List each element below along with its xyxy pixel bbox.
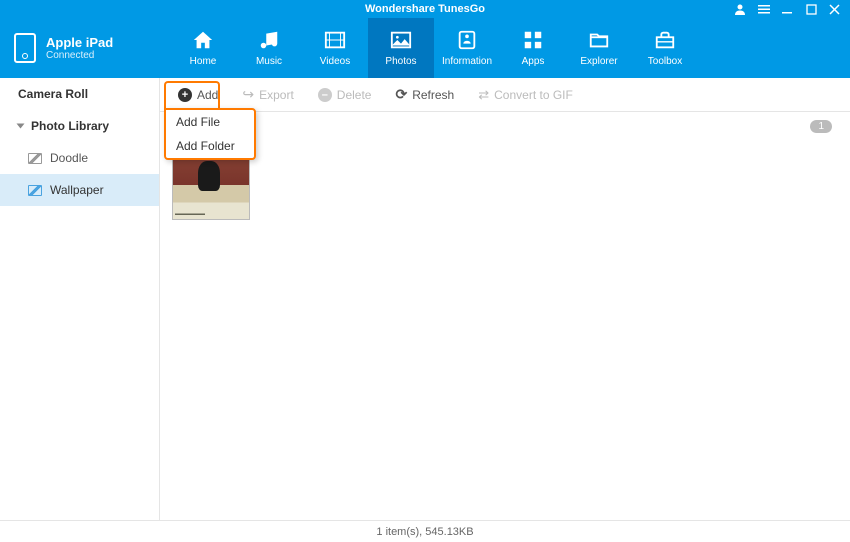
app-title: Wondershare TunesGo	[365, 3, 485, 15]
tablet-icon	[14, 33, 36, 63]
close-button[interactable]	[829, 3, 840, 15]
scrollbar[interactable]	[840, 78, 848, 520]
nav-label: Videos	[320, 56, 350, 67]
music-icon	[257, 29, 281, 51]
sidebar-item-label: Photo Library	[31, 119, 109, 133]
button-label: Add	[197, 88, 218, 102]
menu-icon[interactable]	[758, 3, 770, 15]
information-icon	[455, 29, 479, 51]
nav-label: Music	[256, 56, 282, 67]
count-badge: 1	[810, 120, 832, 133]
device-panel[interactable]: Apple iPad Connected	[0, 33, 160, 63]
add-folder-item[interactable]: Add Folder	[166, 134, 254, 158]
refresh-icon: ⟳	[395, 86, 407, 103]
device-name: Apple iPad	[46, 35, 113, 50]
nav-information[interactable]: Information	[434, 18, 500, 78]
videos-icon	[323, 29, 347, 51]
plus-icon: +	[178, 88, 192, 102]
content-area: 1 ▬▬▬▬▬▬	[160, 112, 850, 520]
sidebar-item-doodle[interactable]: Doodle	[0, 142, 159, 174]
delete-button[interactable]: – Delete	[308, 84, 382, 106]
add-dropdown: Add File Add Folder	[164, 108, 256, 160]
maximize-button[interactable]	[806, 3, 817, 15]
nav-label: Apps	[522, 56, 545, 67]
nav-toolbox[interactable]: Toolbox	[632, 18, 698, 78]
nav-label: Explorer	[580, 56, 617, 67]
nav-explorer[interactable]: Explorer	[566, 18, 632, 78]
nav-tabs: Home Music Videos Photos Information App…	[160, 18, 850, 78]
status-bar: 1 item(s), 545.13KB	[0, 520, 850, 542]
apps-icon	[521, 29, 545, 51]
header: Apple iPad Connected Home Music Videos P…	[0, 18, 850, 78]
window-controls	[734, 3, 840, 15]
titlebar: Wondershare TunesGo	[0, 0, 850, 18]
chevron-down-icon	[17, 124, 25, 129]
nav-videos[interactable]: Videos	[302, 18, 368, 78]
photos-icon	[389, 29, 413, 51]
nav-photos[interactable]: Photos	[368, 18, 434, 78]
nav-label: Photos	[385, 56, 416, 67]
nav-label: Information	[442, 56, 492, 67]
export-icon: ↪	[242, 86, 254, 103]
sidebar-item-wallpaper[interactable]: Wallpaper	[0, 174, 159, 206]
refresh-button[interactable]: ⟳ Refresh	[385, 82, 464, 107]
sidebar-item-label: Camera Roll	[18, 87, 88, 101]
nav-label: Home	[190, 56, 217, 67]
sidebar-item-label: Doodle	[50, 151, 88, 165]
convert-gif-button[interactable]: ⇄ Convert to GIF	[468, 83, 583, 107]
add-file-item[interactable]: Add File	[166, 110, 254, 134]
convert-icon: ⇄	[478, 87, 489, 103]
main-panel: + Add ↪ Export – Delete ⟳ Refresh ⇄ Conv…	[160, 78, 850, 520]
picture-icon	[28, 153, 42, 164]
export-button[interactable]: ↪ Export	[232, 82, 303, 107]
add-button[interactable]: + Add	[168, 84, 228, 106]
sidebar-item-camera-roll[interactable]: Camera Roll	[0, 78, 159, 110]
minus-icon: –	[318, 88, 332, 102]
nav-label: Toolbox	[648, 56, 682, 67]
minimize-button[interactable]	[782, 3, 794, 15]
user-icon[interactable]	[734, 3, 746, 15]
device-status: Connected	[46, 50, 113, 61]
button-label: Convert to GIF	[494, 88, 573, 102]
status-text: 1 item(s), 545.13KB	[376, 526, 473, 538]
toolbar: + Add ↪ Export – Delete ⟳ Refresh ⇄ Conv…	[160, 78, 850, 112]
toolbox-icon	[653, 29, 677, 51]
explorer-icon	[587, 29, 611, 51]
sidebar: Camera Roll Photo Library Doodle Wallpap…	[0, 78, 160, 520]
nav-apps[interactable]: Apps	[500, 18, 566, 78]
button-label: Refresh	[412, 88, 454, 102]
button-label: Delete	[337, 88, 372, 102]
nav-home[interactable]: Home	[170, 18, 236, 78]
home-icon	[191, 29, 215, 51]
sidebar-item-label: Wallpaper	[50, 183, 104, 197]
picture-icon	[28, 185, 42, 196]
nav-music[interactable]: Music	[236, 18, 302, 78]
sidebar-item-photo-library[interactable]: Photo Library	[0, 110, 159, 142]
button-label: Export	[259, 88, 294, 102]
